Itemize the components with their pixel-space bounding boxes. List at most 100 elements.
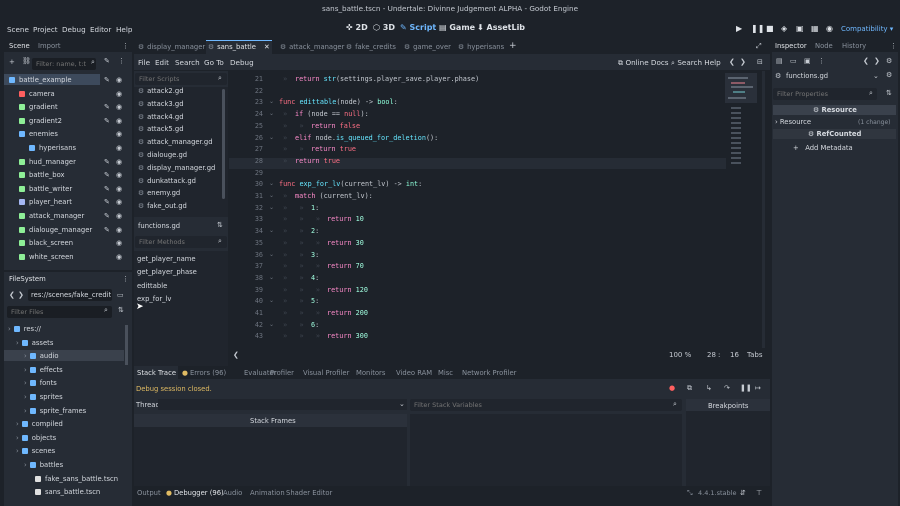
scene-node-battle-writer[interactable]: battle_writer [19, 185, 72, 193]
break-icon[interactable]: ❚❚ [740, 384, 752, 392]
debugger-tab[interactable]: Profiler [270, 369, 294, 377]
fs-scrollbar[interactable] [125, 325, 128, 365]
code-line[interactable]: 6: [311, 321, 319, 329]
code-line[interactable]: elif node.is_queued_for_deletion(): [295, 134, 438, 142]
script-menu-file[interactable]: File [138, 58, 150, 67]
fs-item[interactable]: › sprite_frames [24, 407, 86, 415]
fs-item[interactable]: › objects [16, 434, 56, 442]
movie-icon[interactable]: ◉ [826, 24, 833, 33]
method-list-item[interactable]: get_player_phase [137, 268, 197, 276]
debugger-tab[interactable]: Visual Profiler [303, 369, 349, 377]
renderer-select[interactable]: Compatibility ▾ [841, 25, 893, 33]
extra-icon[interactable]: ⋮ [818, 57, 825, 65]
menu-editor[interactable]: Editor [90, 25, 111, 34]
debugger-tab[interactable]: ● Errors (96) [182, 369, 226, 377]
script-list-item[interactable]: ⚙ attack4.gd [138, 113, 184, 121]
visibility-eye-icon[interactable]: ◉ [116, 212, 122, 220]
fs-item[interactable]: › fonts [24, 379, 57, 387]
play-scene-icon[interactable]: ▣ [796, 24, 804, 33]
fold-arrow-icon[interactable]: ⌄ [269, 110, 274, 117]
script-list-item[interactable]: ⚙ dunkattack.gd [138, 177, 196, 185]
debugger-tab[interactable]: Video RAM [396, 369, 432, 377]
code-line[interactable]: return 300 [327, 332, 368, 340]
fold-arrow-icon[interactable]: ⌄ [269, 274, 274, 281]
code-line[interactable]: match (current_lv): [295, 192, 373, 200]
bottom-tab[interactable]: ● Debugger (96) [166, 489, 224, 497]
scene-node-camera[interactable]: camera [19, 90, 55, 98]
scene-node-white-screen[interactable]: white_screen [19, 253, 74, 261]
inspected-object[interactable]: functions.gd [786, 72, 828, 80]
open-folder-icon[interactable]: ▭ [790, 57, 797, 65]
visibility-eye-icon[interactable]: ◉ [116, 185, 122, 193]
fold-arrow-icon[interactable]: ⌄ [269, 251, 274, 258]
scene-node-gradient2[interactable]: gradient2 [19, 117, 62, 125]
breakpoints-list[interactable] [686, 399, 770, 486]
attached-script-icon[interactable]: ✎ [104, 226, 110, 234]
fold-arrow-icon[interactable]: ⌄ [269, 227, 274, 234]
menu-help[interactable]: Help [116, 25, 132, 34]
fs-item[interactable]: › assets [16, 339, 53, 347]
files-filter-input[interactable] [7, 306, 112, 318]
script-tab-fake-credits[interactable]: ⚙ fake_credits [346, 43, 396, 51]
script-list-item[interactable]: ⚙ fake_out.gd [138, 202, 187, 210]
menu-debug[interactable]: Debug [62, 25, 86, 34]
copy-error-icon[interactable]: ⧉ [687, 384, 692, 393]
fold-arrow-icon[interactable]: ⌄ [269, 204, 274, 211]
script-menu-search[interactable]: Search [175, 58, 200, 67]
attached-script-icon[interactable]: ✎ [104, 185, 110, 193]
save-icon[interactable]: ▣ [804, 57, 811, 65]
scene-node-battle-box[interactable]: battle_box [19, 171, 65, 179]
visibility-eye-icon[interactable]: ◉ [116, 103, 122, 111]
debugger-tab[interactable]: Network Profiler [462, 369, 516, 377]
fold-arrow-icon[interactable]: ⌄ [269, 321, 274, 328]
tab-inspector[interactable]: Inspector [775, 42, 807, 50]
property-options-icon[interactable]: ⇅ [886, 89, 892, 97]
path-field[interactable]: res://scenes/fake_credits.t [31, 291, 111, 299]
script-list-item[interactable]: ⚙ display_manager.gd [138, 164, 215, 172]
filter-stack-vars-input[interactable] [410, 399, 682, 411]
scene-node-enemies[interactable]: enemies [19, 130, 58, 138]
pin-panel-icon[interactable]: ⊤ [756, 489, 762, 497]
toggle-split-icon[interactable]: ▭ [117, 291, 124, 299]
workspace-script[interactable]: ✎ Script [400, 23, 436, 32]
visibility-eye-icon[interactable]: ◉ [116, 253, 122, 261]
debugger-tab[interactable]: Monitors [356, 369, 385, 377]
script-menu-goto[interactable]: Go To [204, 58, 224, 67]
stack-variables-list[interactable] [410, 414, 682, 486]
pause-icon[interactable]: ❚❚ [751, 24, 764, 33]
stop-icon[interactable]: ■ [766, 24, 774, 33]
filter-scripts-input[interactable] [135, 73, 227, 85]
code-line[interactable]: 4: [311, 274, 319, 282]
object-properties-icon[interactable]: ⚙ [886, 57, 892, 65]
visibility-eye-icon[interactable]: ◉ [116, 158, 122, 166]
fold-arrow-icon[interactable]: ⌄ [269, 98, 274, 105]
scene-node-black-screen[interactable]: black_screen [19, 239, 73, 247]
tab-scene[interactable]: Scene [9, 42, 30, 50]
menu-scene[interactable]: Scene [7, 25, 29, 34]
visibility-eye-icon[interactable]: ◉ [116, 171, 122, 179]
fs-item[interactable]: › audio [24, 352, 59, 360]
method-list-item[interactable]: edittable [137, 282, 167, 290]
fold-arrow-icon[interactable]: ⌄ [269, 134, 274, 141]
script-menu-debug[interactable]: Debug [230, 58, 254, 67]
attached-script-icon[interactable]: ✎ [104, 103, 110, 111]
visibility-eye-icon[interactable]: ◉ [116, 130, 122, 138]
code-line[interactable]: func edittable(node) -> bool: [279, 98, 398, 106]
play-custom-icon[interactable]: ▦ [811, 24, 819, 33]
script-tab-display-manager[interactable]: ⚙ display_manager [138, 43, 205, 51]
history-back-icon[interactable]: ❮ [863, 57, 869, 65]
script-tab-attack-manager[interactable]: ⚙ attack_manager [280, 43, 344, 51]
attached-script-icon[interactable]: ✎ [104, 171, 110, 179]
code-line[interactable]: 5: [311, 297, 319, 305]
code-line[interactable]: return 10 [327, 215, 364, 223]
fs-item[interactable]: › compiled [16, 420, 63, 428]
dock-menu-icon[interactable]: ⋮ [122, 42, 129, 50]
step-over-icon[interactable]: ↷ [724, 384, 730, 392]
visibility-eye-icon[interactable]: ◉ [116, 226, 122, 234]
resource-category[interactable]: › Resource [775, 118, 811, 126]
script-list-item[interactable]: ⚙ attack3.gd [138, 100, 184, 108]
code-line[interactable]: 1: [311, 204, 319, 212]
instance-scene-icon[interactable]: ⛓ [22, 57, 31, 65]
back-icon[interactable]: ❮ [9, 291, 15, 299]
script-list-item[interactable]: ⚙ dialouge.gd [138, 151, 187, 159]
